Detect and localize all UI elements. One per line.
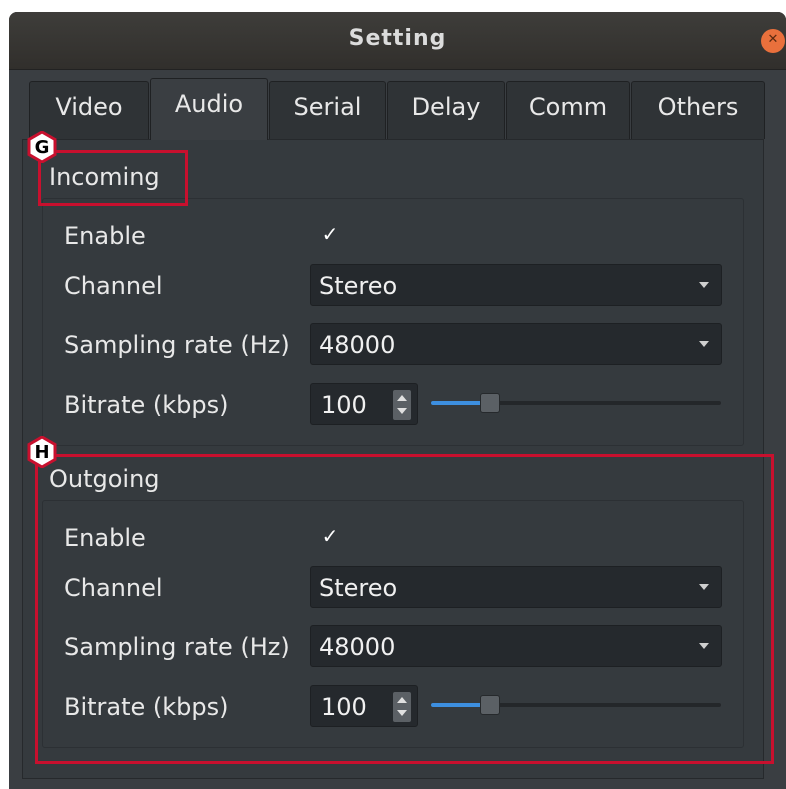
incoming-bitrate-label: Bitrate (kbps) [64,391,229,419]
callout-box-h [35,454,774,764]
incoming-sampling-select[interactable]: 48000 [310,323,722,365]
callout-box-g [38,150,188,206]
marker-h-label: H [34,442,50,463]
checkmark-icon: ✓ [321,222,339,246]
marker-g-label: G [34,137,50,158]
title-bar: Setting ✕ [9,12,786,70]
incoming-channel-label: Channel [64,272,163,300]
chevron-down-icon [699,282,709,288]
incoming-sampling-value: 48000 [319,331,396,359]
slider-fill [431,401,482,405]
tab-serial[interactable]: Serial [269,81,386,139]
window-title: Setting [348,26,447,51]
chevron-down-icon [699,341,709,347]
tab-comm[interactable]: Comm [506,81,630,139]
incoming-channel-select[interactable]: Stereo [310,264,722,306]
tab-audio[interactable]: Audio [150,78,268,140]
close-button[interactable]: ✕ [761,29,785,53]
incoming-bitrate-stepper[interactable] [393,390,411,420]
incoming-enable-label: Enable [64,222,146,250]
close-icon: ✕ [767,32,779,47]
spin-up-icon[interactable] [397,395,407,401]
tab-others[interactable]: Others [631,81,765,139]
tab-delay[interactable]: Delay [387,81,505,139]
incoming-bitrate-value: 100 [321,391,367,419]
incoming-bitrate-slider[interactable] [431,393,721,413]
incoming-bitrate-spinbox[interactable]: 100 [310,383,418,425]
slider-handle[interactable] [480,393,500,413]
marker-g: G [26,130,58,164]
incoming-sampling-label: Sampling rate (Hz) [64,331,290,359]
incoming-enable-checkbox[interactable]: ✓ [318,222,342,246]
marker-h: H [26,435,58,469]
incoming-channel-value: Stereo [319,272,398,300]
spin-down-icon[interactable] [397,408,407,414]
